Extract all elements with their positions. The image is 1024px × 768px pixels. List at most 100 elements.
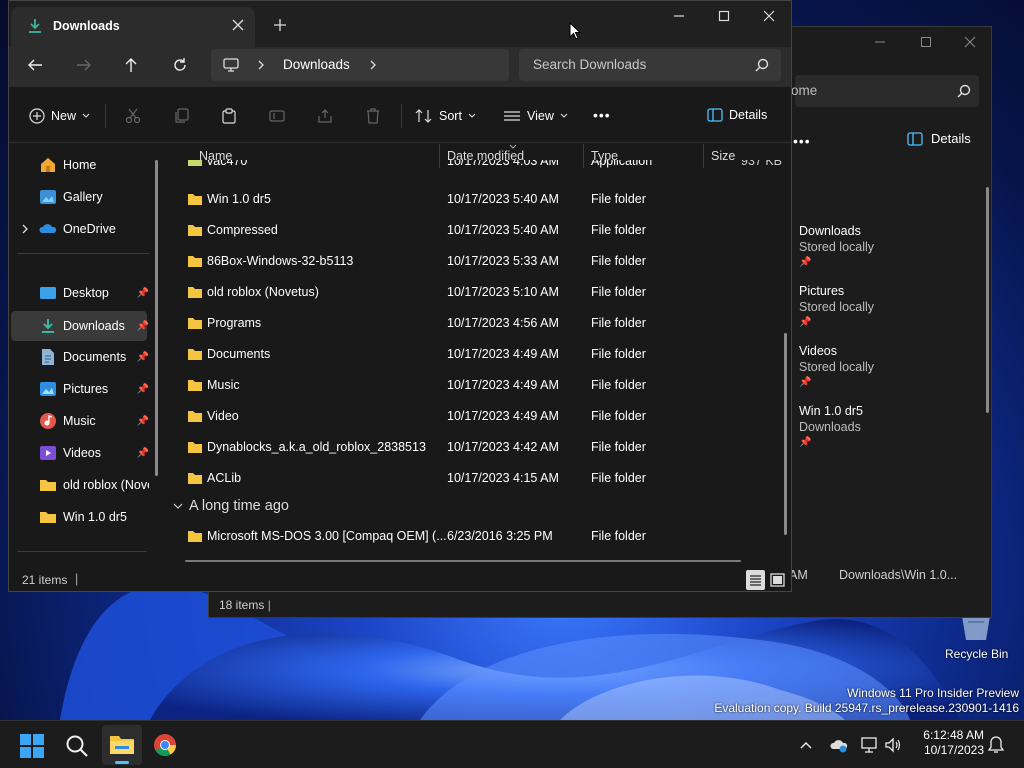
pin-icon: 📌: [136, 415, 149, 427]
table-row[interactable]: ACLib 10/17/2023 4:15 AM File folder: [167, 463, 787, 494]
maximize-icon[interactable]: [718, 10, 730, 22]
new-tab-icon[interactable]: [273, 18, 287, 32]
table-row[interactable]: Documents 10/17/2023 4:49 AM File folder: [167, 339, 787, 370]
sidebar-item-documents[interactable]: Documents 📌: [39, 343, 149, 371]
sort-button[interactable]: Sort: [415, 108, 476, 124]
vertical-scrollbar[interactable]: [784, 333, 787, 535]
file-name: old roblox (Novetus): [207, 285, 319, 299]
explorer-window[interactable]: Downloads Downloads Search Downloads New: [8, 0, 792, 592]
recycle-bin-label[interactable]: Recycle Bin: [945, 647, 1008, 661]
notifications-bell-icon[interactable]: [988, 735, 1004, 755]
sidebar-item-desktop[interactable]: Desktop 📌: [39, 279, 149, 307]
tab-downloads[interactable]: Downloads: [11, 7, 255, 47]
back-maximize-button[interactable]: [903, 27, 949, 57]
toolbar-divider: [105, 104, 106, 128]
horizontal-scrollbar[interactable]: [185, 560, 741, 562]
copy-icon[interactable]: [173, 108, 189, 124]
table-row[interactable]: Win 1.0 dr5 10/17/2023 5:40 AM File fold…: [167, 184, 787, 215]
folder-icon: [40, 512, 56, 523]
search-box[interactable]: Search Downloads: [519, 49, 781, 81]
pin-icon: 📌: [799, 317, 812, 328]
show-hidden-icons-chevron[interactable]: [800, 740, 812, 750]
close-icon: [964, 36, 976, 48]
table-row[interactable]: Dynablocks_a.k.a_old_roblox_2838513 10/1…: [167, 432, 787, 463]
sidebar-item-downloads[interactable]: Downloads 📌: [39, 312, 149, 340]
back-details-button[interactable]: Details: [907, 131, 971, 146]
delete-icon[interactable]: [365, 108, 381, 124]
file-date: 10/17/2023 4:03 AM: [447, 160, 559, 168]
sidebar-item-label: Pictures: [63, 382, 109, 396]
search-icon[interactable]: [755, 58, 769, 72]
sidebar-item-pictures[interactable]: Pictures 📌: [39, 375, 149, 403]
details-pane-icon: [707, 108, 723, 122]
home-icon: [41, 158, 55, 172]
file-name: Compressed: [207, 223, 278, 237]
close-tab-icon[interactable]: [232, 19, 244, 31]
table-row[interactable]: Programs 10/17/2023 4:56 AM File folder: [167, 308, 787, 339]
back-minimize-button[interactable]: [857, 27, 903, 57]
volume-icon[interactable]: [884, 736, 902, 754]
group-header[interactable]: A long time ago: [173, 498, 289, 514]
file-row-partial[interactable]: vac470 10/17/2023 4:03 AM Application 93…: [167, 160, 787, 170]
quick-access-item[interactable]: Downloads Stored locally 📌: [799, 223, 874, 271]
sidebar-item-music[interactable]: Music 📌: [39, 407, 149, 435]
paste-icon[interactable]: [221, 108, 237, 124]
file-name: Programs: [207, 316, 262, 330]
back-arrow-icon[interactable]: [27, 57, 43, 73]
expand-chevron-icon[interactable]: [21, 224, 29, 234]
view-button[interactable]: View: [503, 108, 568, 124]
sidebar-item-videos[interactable]: Videos 📌: [39, 439, 149, 467]
close-icon[interactable]: [763, 10, 775, 22]
tiles-view-button[interactable]: [768, 570, 787, 590]
table-row[interactable]: Music 10/17/2023 4:49 AM File folder: [167, 370, 787, 401]
file-name: Dynablocks_a.k.a_old_roblox_2838513: [207, 440, 426, 454]
table-row[interactable]: 86Box-Windows-32-b5113 10/17/2023 5:33 A…: [167, 246, 787, 277]
quick-access-item[interactable]: Win 1.0 dr5 Downloads 📌: [799, 403, 863, 451]
table-row[interactable]: Video 10/17/2023 4:49 AM File folder: [167, 401, 787, 432]
address-bar[interactable]: Downloads: [211, 49, 509, 81]
minimize-icon[interactable]: [673, 10, 685, 22]
breadcrumb-downloads[interactable]: Downloads: [283, 57, 350, 72]
forward-arrow-icon[interactable]: [76, 57, 92, 73]
taskbar-file-explorer-button[interactable]: [102, 725, 142, 765]
sidebar-item-win1[interactable]: Win 1.0 dr5: [39, 503, 149, 531]
breadcrumb-chevron-icon[interactable]: [369, 60, 377, 70]
back-scrollbar[interactable]: [986, 187, 989, 413]
chrome-icon[interactable]: [153, 733, 177, 757]
table-row[interactable]: old roblox (Novetus) 10/17/2023 5:10 AM …: [167, 277, 787, 308]
details-view-button[interactable]: [746, 570, 765, 590]
quick-access-item[interactable]: Pictures Stored locally 📌: [799, 283, 874, 331]
back-close-button[interactable]: [947, 27, 993, 57]
onedrive-tray-icon[interactable]: [830, 737, 848, 753]
share-icon[interactable]: [317, 108, 333, 124]
file-name: Video: [207, 409, 239, 423]
folder-icon: [188, 256, 202, 267]
sidebar-scrollbar[interactable]: [155, 160, 158, 476]
sidebar-item-gallery[interactable]: Gallery: [39, 183, 179, 211]
clock[interactable]: 6:12:48 AM 10/17/2023: [914, 728, 984, 758]
file-type: File folder: [591, 254, 646, 268]
back-more-icon[interactable]: •••: [793, 133, 811, 149]
tiles-view-icon: [770, 573, 785, 587]
new-button[interactable]: New: [29, 108, 90, 124]
folder-icon: [188, 473, 202, 484]
cut-icon[interactable]: [125, 108, 141, 124]
details-pane-button[interactable]: Details: [707, 108, 767, 122]
folder-icon: [40, 480, 56, 491]
sidebar-item-old-roblox[interactable]: old roblox (Novetus): [39, 471, 149, 499]
rename-icon[interactable]: [269, 108, 285, 124]
network-icon[interactable]: [860, 736, 880, 754]
search-icon[interactable]: [65, 734, 89, 758]
sidebar-item-home[interactable]: Home: [39, 151, 179, 179]
refresh-icon[interactable]: [172, 57, 188, 73]
recycle-bin-icon[interactable]: [956, 616, 996, 640]
table-row[interactable]: Compressed 10/17/2023 5:40 AM File folde…: [167, 215, 787, 246]
table-row[interactable]: Microsoft MS-DOS 3.00 [Compaq OEM] (... …: [167, 521, 787, 552]
start-windows-icon[interactable]: [20, 734, 44, 758]
up-arrow-icon[interactable]: [123, 57, 139, 73]
back-search-box[interactable]: ome: [791, 75, 979, 107]
sidebar-item-label: OneDrive: [63, 222, 116, 236]
more-options-icon[interactable]: •••: [593, 107, 611, 123]
sidebar-item-onedrive[interactable]: OneDrive: [39, 215, 179, 243]
quick-access-item[interactable]: Videos Stored locally 📌: [799, 343, 874, 391]
